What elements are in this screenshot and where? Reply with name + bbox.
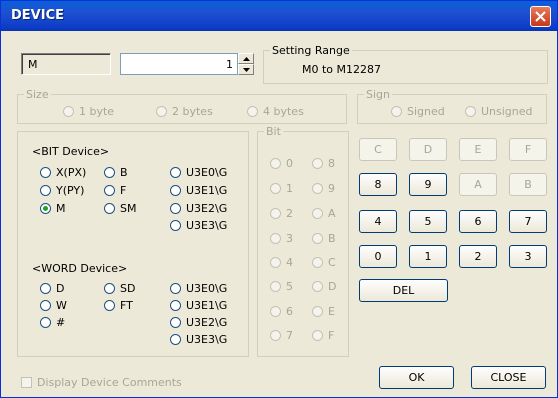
bit-7-radio[interactable]: 7 xyxy=(270,329,293,342)
word-device-d-radio[interactable]: D xyxy=(40,282,64,295)
key-b-button[interactable]: B xyxy=(509,173,547,196)
arrow-up-icon xyxy=(242,56,250,61)
bit-5-radio[interactable]: 5 xyxy=(270,280,293,293)
bit-device-u3e3-radio[interactable]: U3E3\G xyxy=(170,219,227,232)
device-type-group: <BIT Device> X(PX) B U3E0\G Y(PY) F U3E1… xyxy=(17,131,249,357)
size-4-bytes-radio[interactable]: 4 bytes xyxy=(247,105,304,118)
arrow-down-icon xyxy=(242,67,250,72)
bit-device-ypy-radio[interactable]: Y(PY) xyxy=(40,184,84,197)
setting-range-label: Setting Range xyxy=(270,44,352,57)
spin-up-button[interactable] xyxy=(238,53,254,64)
close-icon xyxy=(535,11,546,22)
bit-device-header: <BIT Device> xyxy=(32,145,110,158)
key-7-button[interactable]: 7 xyxy=(509,210,547,233)
key-e-button[interactable]: E xyxy=(459,138,497,161)
title-bar[interactable]: DEVICE xyxy=(1,1,557,31)
bit-4-radio[interactable]: 4 xyxy=(270,256,293,269)
bit-d-radio[interactable]: D xyxy=(312,280,336,293)
key-8-button[interactable]: 8 xyxy=(359,173,397,196)
word-device-hash-radio[interactable]: # xyxy=(40,316,65,329)
bit-1-radio[interactable]: 1 xyxy=(270,182,293,195)
key-0-button[interactable]: 0 xyxy=(359,245,397,268)
size-label: Size xyxy=(24,88,51,101)
word-device-w-radio[interactable]: W xyxy=(40,299,67,312)
key-a-button[interactable]: A xyxy=(459,173,497,196)
bit-device-xpx-radio[interactable]: X(PX) xyxy=(40,166,86,179)
checkbox-box xyxy=(21,377,32,388)
bit-f-radio[interactable]: F xyxy=(312,329,334,342)
close-button[interactable]: CLOSE xyxy=(471,366,546,389)
device-number-input[interactable]: 1 xyxy=(120,53,238,75)
sign-signed-radio[interactable]: Signed xyxy=(391,105,445,118)
bit-9-radio[interactable]: 9 xyxy=(312,182,335,195)
key-5-button[interactable]: 5 xyxy=(409,210,447,233)
bit-device-u3e1-radio[interactable]: U3E1\G xyxy=(170,184,227,197)
ok-button[interactable]: OK xyxy=(379,366,454,389)
word-device-header: <WORD Device> xyxy=(32,262,128,275)
bit-e-radio[interactable]: E xyxy=(312,305,335,318)
bit-device-sm-radio[interactable]: SM xyxy=(104,202,136,215)
bit-label: Bit xyxy=(264,125,283,138)
sign-unsigned-radio[interactable]: Unsigned xyxy=(465,105,533,118)
key-2-button[interactable]: 2 xyxy=(459,245,497,268)
word-device-u3e3-radio[interactable]: U3E3\G xyxy=(170,333,227,346)
bit-b-radio[interactable]: B xyxy=(312,232,336,245)
word-device-sd-radio[interactable]: SD xyxy=(104,282,135,295)
sign-label: Sign xyxy=(364,88,392,101)
size-2-bytes-radio[interactable]: 2 bytes xyxy=(156,105,213,118)
bit-a-radio[interactable]: A xyxy=(312,207,336,220)
size-1-byte-radio[interactable]: 1 byte xyxy=(63,105,114,118)
size-group: Size 1 byte 2 bytes 4 bytes xyxy=(17,88,347,124)
close-window-button[interactable] xyxy=(530,6,551,27)
sign-group: Sign Signed Unsigned xyxy=(357,88,547,124)
bit-6-radio[interactable]: 6 xyxy=(270,305,293,318)
word-device-u3e1-radio[interactable]: U3E1\G xyxy=(170,299,227,312)
key-d-button[interactable]: D xyxy=(409,138,447,161)
key-9-button[interactable]: 9 xyxy=(409,173,447,196)
bit-device-b-radio[interactable]: B xyxy=(104,166,128,179)
device-name-field: M xyxy=(21,53,111,75)
bit-0-radio[interactable]: 0 xyxy=(270,157,293,170)
display-comments-checkbox[interactable]: Display Device Comments xyxy=(21,376,182,389)
key-f-button[interactable]: F xyxy=(509,138,547,161)
bit-2-radio[interactable]: 2 xyxy=(270,207,293,220)
word-device-u3e0-radio[interactable]: U3E0\G xyxy=(170,282,227,295)
device-dialog: DEVICE M 1 Setting Range M0 to M12287 Si… xyxy=(0,0,558,398)
bit-device-f-radio[interactable]: F xyxy=(104,184,126,197)
key-1-button[interactable]: 1 xyxy=(409,245,447,268)
word-device-u3e2-radio[interactable]: U3E2\G xyxy=(170,316,227,329)
bit-device-u3e2-radio[interactable]: U3E2\G xyxy=(170,202,227,215)
del-button[interactable]: DEL xyxy=(359,279,448,302)
spin-down-button[interactable] xyxy=(238,64,254,75)
key-4-button[interactable]: 4 xyxy=(359,210,397,233)
setting-range-value: M0 to M12287 xyxy=(302,63,382,76)
key-6-button[interactable]: 6 xyxy=(459,210,497,233)
bit-c-radio[interactable]: C xyxy=(312,256,336,269)
bit-group: Bit 0 8 1 9 2 A 3 B 4 C 5 D 6 E 7 F xyxy=(257,125,349,357)
number-spinner[interactable] xyxy=(238,53,254,75)
bit-8-radio[interactable]: 8 xyxy=(312,157,335,170)
display-comments-label: Display Device Comments xyxy=(37,376,182,389)
bit-device-u3e0-radio[interactable]: U3E0\G xyxy=(170,166,227,179)
bit-device-m-radio[interactable]: M xyxy=(40,202,66,215)
window-title: DEVICE xyxy=(11,8,64,23)
word-device-ft-radio[interactable]: FT xyxy=(104,299,133,312)
key-3-button[interactable]: 3 xyxy=(509,245,547,268)
key-c-button[interactable]: C xyxy=(359,138,397,161)
bit-3-radio[interactable]: 3 xyxy=(270,232,293,245)
setting-range-group: Setting Range M0 to M12287 xyxy=(263,44,548,84)
